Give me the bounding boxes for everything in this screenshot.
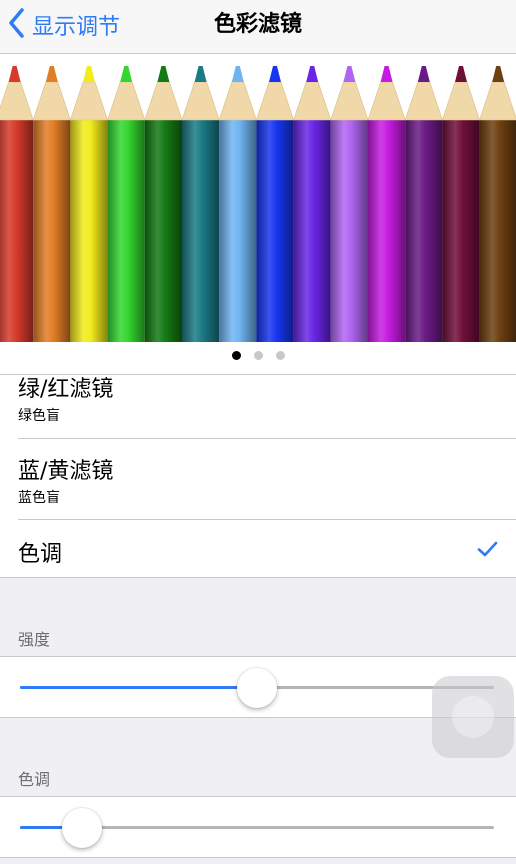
- page-dot: [275, 351, 285, 360]
- hue-label: 色调: [18, 770, 51, 789]
- pencil-wood: [218, 81, 257, 121]
- pencil-wood: [69, 81, 109, 121]
- slider-fill: [20, 686, 257, 689]
- page-dot: [231, 351, 241, 360]
- filter-option-green-red[interactable]: 绿/红滤镜 绿色盲: [0, 375, 516, 439]
- pencil-tip: [380, 66, 393, 82]
- pencil-tip: [83, 66, 95, 82]
- pencil-body: [256, 120, 294, 342]
- pencil-body: [70, 120, 108, 342]
- filter-subtitle: 蓝色盲: [18, 490, 60, 506]
- filter-list: 绿/红滤镜 绿色盲 蓝/黄滤镜 蓝色盲 色调: [0, 374, 516, 578]
- pencil-wood: [144, 81, 183, 121]
- checkmark-icon: [476, 538, 498, 560]
- page-title: 色彩滤镜: [213, 12, 302, 37]
- pencil-body: [479, 120, 516, 342]
- navigation-bar: 显示调节 色彩滤镜: [0, 0, 516, 54]
- filter-option-color-tint[interactable]: 色调: [0, 520, 516, 577]
- pencil-body: [442, 120, 480, 342]
- pencil-wood: [107, 81, 146, 121]
- pencils-image: [0, 66, 516, 342]
- pencil-wood: [0, 81, 34, 121]
- pencil-wood: [181, 81, 220, 121]
- pencil-body: [144, 120, 182, 342]
- filter-option-blue-yellow[interactable]: 蓝/黄滤镜 蓝色盲: [0, 439, 516, 519]
- page-dot: [253, 351, 263, 360]
- pencil-body: [182, 120, 220, 342]
- pencil-body: [33, 120, 71, 342]
- filter-title: 色调: [18, 542, 63, 567]
- page-indicator[interactable]: [0, 342, 516, 374]
- pencil-tip: [8, 66, 21, 82]
- pencil-wood: [404, 81, 443, 121]
- pencil-tip: [417, 66, 430, 82]
- pencil-wood: [330, 81, 369, 121]
- pencil-tip: [306, 66, 319, 82]
- pencil-body: [405, 120, 443, 342]
- pencil-wood: [293, 81, 332, 121]
- intensity-label: 强度: [18, 630, 51, 649]
- filter-title: 绿/红滤镜: [18, 377, 114, 402]
- pencil-body: [0, 120, 34, 342]
- pencil-body: [219, 120, 257, 342]
- pencil-tip: [269, 66, 281, 82]
- pencil-body: [368, 120, 406, 342]
- pencil-body: [107, 120, 145, 342]
- pencil-tip: [194, 66, 207, 82]
- pencil-tip: [455, 66, 467, 82]
- pencil-tip: [492, 66, 505, 82]
- pencil-wood: [32, 81, 71, 121]
- pencil-wood: [441, 81, 481, 121]
- pencil-body: [293, 120, 331, 342]
- assistive-touch-button[interactable]: [432, 676, 514, 758]
- pencil-tip: [120, 66, 133, 82]
- pencil-wood: [255, 81, 295, 121]
- pencil-tip: [231, 66, 244, 82]
- assistive-touch-icon: [452, 696, 494, 738]
- pencil-tip: [45, 66, 58, 82]
- pencil-tip: [343, 66, 356, 82]
- slider-thumb[interactable]: [61, 808, 102, 848]
- pencil-wood: [367, 81, 406, 121]
- color-pencils-preview[interactable]: [0, 54, 516, 342]
- pencil-body: [330, 120, 368, 342]
- pencil-tip: [157, 66, 170, 82]
- filter-subtitle: 绿色盲: [18, 408, 60, 424]
- pencil-wood: [479, 81, 516, 121]
- hue-slider[interactable]: [0, 796, 516, 858]
- slider-thumb[interactable]: [237, 668, 277, 708]
- filter-title: 蓝/黄滤镜: [18, 459, 114, 484]
